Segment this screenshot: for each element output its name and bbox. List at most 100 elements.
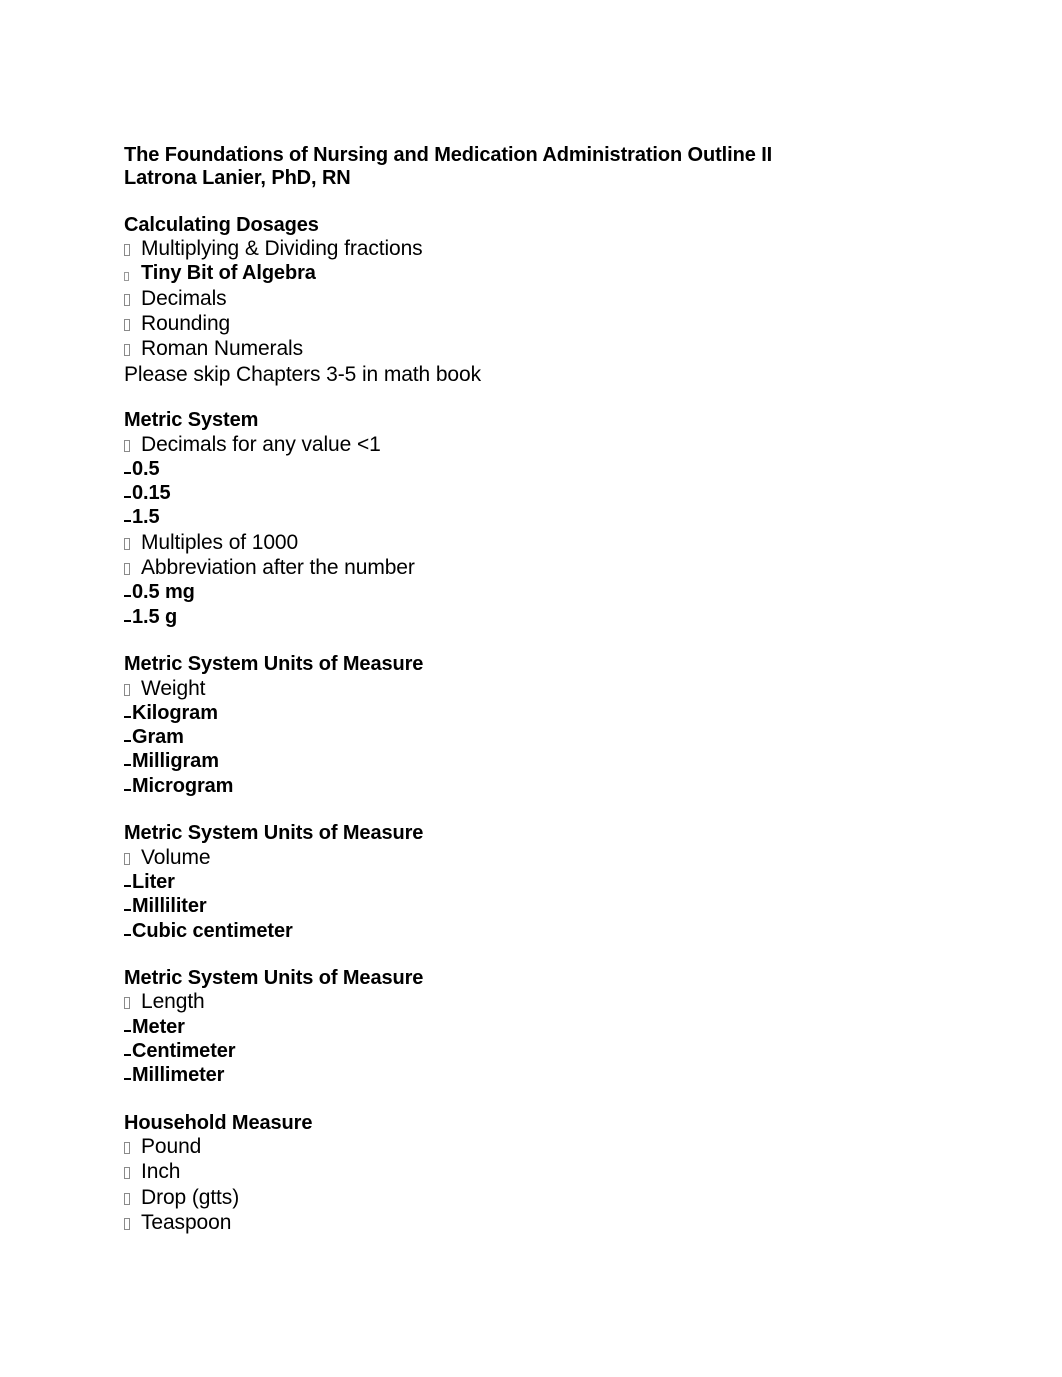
list-item: Tiny Bit of Algebra	[124, 262, 944, 286]
sub-list-item: Kilogram	[124, 702, 944, 726]
dash-glyph	[124, 1029, 131, 1032]
list-item: Multiplying & Dividing fractions	[124, 237, 944, 262]
list-item: Weight	[124, 677, 944, 702]
list-item-label: Microgram	[132, 774, 234, 797]
dash-glyph	[124, 764, 131, 767]
dash-bullet-icon	[124, 607, 132, 630]
tofu-glyph	[124, 344, 130, 357]
missing-glyph-bullet-icon	[124, 239, 141, 262]
dash-glyph	[124, 1053, 131, 1056]
dash-bullet-icon	[124, 751, 132, 774]
list-item: Rounding	[124, 312, 944, 337]
tofu-glyph	[124, 1192, 130, 1205]
list-item-label: Decimals for any value <1	[141, 432, 381, 456]
tofu-glyph	[124, 1167, 130, 1180]
missing-glyph-bullet-icon	[124, 1188, 141, 1211]
dash-glyph	[124, 715, 131, 718]
list-item-label: Milligram	[132, 750, 219, 773]
tofu-glyph	[124, 563, 130, 576]
sub-list-item: 0.15	[124, 482, 944, 506]
list-item-label: Centimeter	[132, 1039, 236, 1062]
dash-bullet-icon	[124, 703, 132, 726]
section-heading: Household Measure	[124, 1111, 313, 1134]
dash-bullet-icon	[124, 776, 132, 799]
list-item-label: Milliliter	[132, 895, 207, 918]
dash-glyph	[124, 740, 131, 743]
dash-glyph	[124, 595, 131, 598]
list-item-label: Multiples of 1000	[141, 530, 299, 554]
dash-bullet-icon	[124, 507, 132, 530]
sub-list-item: Liter	[124, 871, 944, 895]
tofu-glyph	[124, 1218, 130, 1231]
tofu-glyph	[124, 683, 130, 696]
list-item-label: Meter	[132, 1015, 185, 1038]
list-item: Roman Numerals	[124, 337, 944, 362]
list-item-label: Roman Numerals	[141, 337, 303, 361]
list-item-label: Decimals	[141, 286, 227, 310]
outline-note: Please skip Chapters 3-5 in math book	[124, 362, 481, 386]
dash-bullet-icon	[124, 727, 132, 750]
dash-glyph	[124, 933, 131, 936]
sub-list-item: Millimeter	[124, 1064, 944, 1088]
list-item: Decimals	[124, 287, 944, 312]
list-item: Volume	[124, 846, 944, 871]
dash-bullet-icon	[124, 1041, 132, 1064]
missing-glyph-bullet-icon	[124, 435, 141, 458]
list-item-label: Gram	[132, 726, 184, 749]
list-item-label: 0.5	[132, 457, 160, 480]
list-item-label: Cubic centimeter	[132, 919, 293, 942]
missing-glyph-bullet-icon	[124, 1137, 141, 1160]
section-heading: Metric System Units of Measure	[124, 653, 424, 676]
missing-glyph-bullet-icon	[124, 289, 141, 312]
tofu-glyph	[124, 244, 130, 257]
list-item-label: Abbreviation after the number	[141, 556, 415, 580]
sub-list-item: 0.5 mg	[124, 581, 944, 605]
sub-list-item: 1.5	[124, 506, 944, 530]
sub-list-item: 0.5	[124, 458, 944, 482]
dash-bullet-icon	[124, 872, 132, 895]
missing-glyph-bullet-icon	[124, 1213, 141, 1236]
missing-glyph-bullet-icon	[124, 848, 141, 871]
tofu-glyph	[124, 272, 129, 282]
list-item: Abbreviation after the number	[124, 556, 944, 581]
dash-bullet-icon	[124, 582, 132, 605]
dash-glyph	[124, 471, 131, 474]
dash-glyph	[124, 619, 131, 622]
document-title: The Foundations of Nursing and Medicatio…	[124, 144, 773, 166]
list-item-label: Liter	[132, 870, 175, 893]
list-item-label: Drop (gtts)	[141, 1185, 240, 1209]
sub-list-item: 1.5 g	[124, 606, 944, 630]
list-item-label: 0.15	[132, 482, 171, 505]
list-item-label: Kilogram	[132, 701, 218, 724]
missing-glyph-bullet-icon	[124, 533, 141, 556]
section-heading: Calculating Dosages	[124, 213, 319, 236]
document-author: Latrona Lanier, PhD, RN	[124, 167, 351, 190]
document-sections: Calculating Dosages Multiplying & Dividin…	[124, 191, 944, 1237]
dash-bullet-icon	[124, 896, 132, 919]
section-heading: Metric System Units of Measure	[124, 967, 424, 990]
list-item-label: Millimeter	[132, 1064, 225, 1087]
tofu-glyph	[124, 293, 130, 306]
missing-glyph-bullet-icon	[124, 314, 141, 337]
document-title-block: The Foundations of Nursing and Medicatio…	[124, 144, 944, 191]
dash-glyph	[124, 520, 131, 523]
sub-list-item: Gram	[124, 726, 944, 750]
list-item-label: Rounding	[141, 312, 231, 336]
dash-bullet-icon	[124, 483, 132, 506]
dash-bullet-icon	[124, 1017, 132, 1040]
list-item: Decimals for any value <1	[124, 433, 944, 458]
list-item: Inch	[124, 1160, 944, 1185]
missing-glyph-bullet-icon	[124, 558, 141, 581]
dash-glyph	[124, 1078, 131, 1081]
list-item: Pound	[124, 1135, 944, 1160]
missing-glyph-bullet-icon	[124, 992, 141, 1015]
dash-glyph	[124, 884, 131, 887]
list-item: Drop (gtts)	[124, 1186, 944, 1211]
list-item-label: 1.5	[132, 506, 160, 529]
list-item: Multiples of 1000	[124, 531, 944, 556]
tofu-glyph	[124, 852, 130, 865]
